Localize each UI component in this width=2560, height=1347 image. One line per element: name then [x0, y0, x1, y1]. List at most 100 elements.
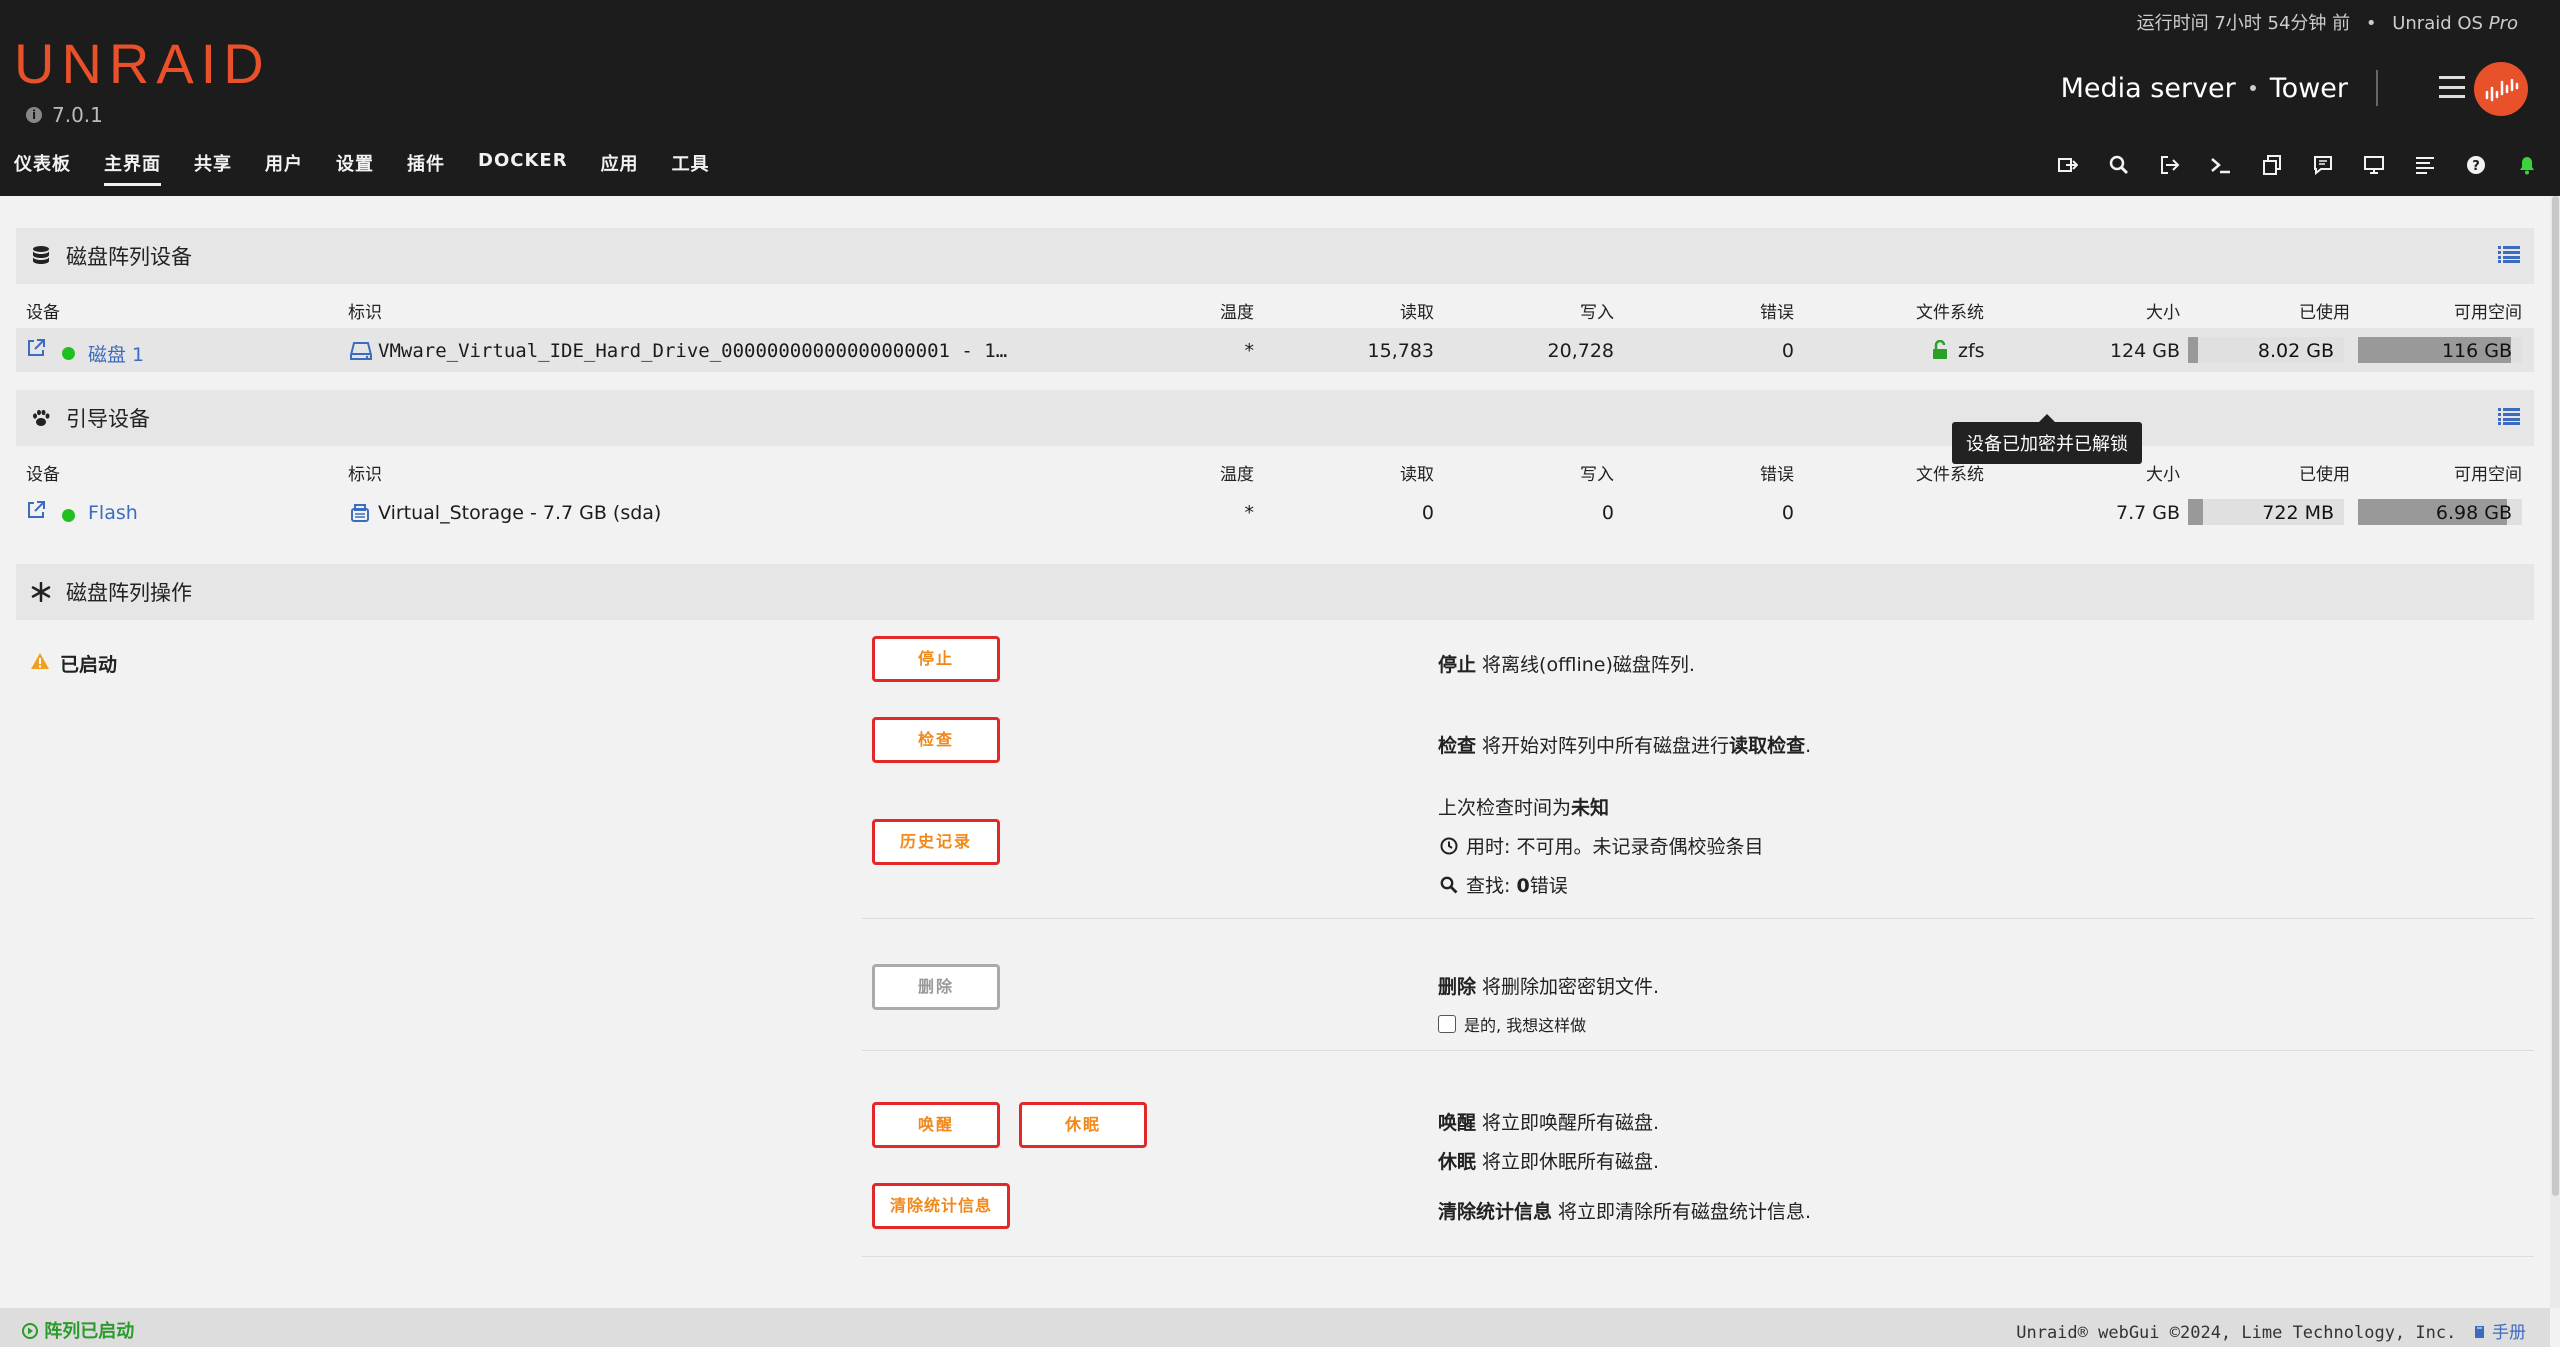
- toolbar-icons: ?: [2057, 154, 2538, 176]
- uptime-text: 运行时间 7小时 54分钟 前: [2136, 13, 2351, 34]
- col-writes: 写入: [1580, 303, 1614, 323]
- terminal-icon[interactable]: [2210, 154, 2232, 176]
- unraid-logo[interactable]: UNRAID: [14, 34, 271, 94]
- hamburger-menu-icon[interactable]: [2439, 76, 2465, 98]
- nav-main[interactable]: 主界面: [104, 150, 161, 186]
- col-used: 已使用: [2299, 465, 2350, 485]
- spin-down-button[interactable]: 休眠: [1019, 1102, 1147, 1148]
- col-errors: 错误: [1760, 303, 1794, 323]
- nav-shares[interactable]: 共享: [194, 150, 232, 182]
- list-view-icon[interactable]: [2498, 406, 2520, 428]
- array-devices-header: 磁盘阵列设备: [16, 228, 2534, 284]
- col-filesystem: 文件系统: [1916, 303, 1984, 323]
- col-temp: 温度: [1220, 465, 1254, 485]
- delete-key-button[interactable]: 删除: [872, 964, 1000, 1010]
- bell-icon[interactable]: [2516, 154, 2538, 176]
- disk-name-link[interactable]: 磁盘 1: [88, 340, 144, 367]
- array-devices-title: 磁盘阵列设备: [66, 245, 192, 269]
- spin-up-button[interactable]: 唤醒: [872, 1102, 1000, 1148]
- brand-avatar-icon[interactable]: [2474, 62, 2528, 116]
- used-bar: 722 MB: [2188, 499, 2344, 525]
- server-identity: Media server Tower: [2061, 70, 2378, 106]
- table-header: 设备 标识 温度 读取 写入 错误 文件系统 大小 已使用 可用空间: [16, 284, 2534, 328]
- logout-icon[interactable]: [2159, 154, 2181, 176]
- clock-icon: [1440, 837, 1458, 854]
- table-row[interactable]: 磁盘 1 VMware_Virtual_IDE_Hard_Drive_00000…: [16, 328, 2534, 372]
- separator-dot: [2249, 85, 2256, 91]
- search-icon: [1440, 876, 1458, 893]
- log-icon[interactable]: [2414, 154, 2436, 176]
- used-fill: [2188, 337, 2199, 363]
- uptime-status: 运行时间 7小时 54分钟 前 • Unraid OS Pro: [2136, 13, 2518, 34]
- nav-dashboard[interactable]: 仪表板: [14, 150, 71, 182]
- external-link-icon[interactable]: [26, 338, 46, 363]
- terminal-switch-icon[interactable]: [2057, 154, 2079, 176]
- array-devices-table: 设备 标识 温度 读取 写入 错误 文件系统 大小 已使用 可用空间 磁盘 1 …: [16, 284, 2534, 464]
- col-free: 可用空间: [2454, 303, 2522, 323]
- server-description: Media server: [2060, 72, 2236, 104]
- status-dot-online: [62, 342, 75, 364]
- nav-tools[interactable]: 工具: [672, 150, 710, 182]
- clear-stats-button[interactable]: 清除统计信息: [872, 1183, 1010, 1229]
- svg-text:?: ?: [2472, 159, 2480, 174]
- stop-description: 停止 将离线(offline)磁盘阵列.: [1438, 654, 1695, 676]
- delete-confirm: 是的, 我想这样做: [1438, 1012, 1586, 1036]
- parity-errors: 查找: 0错误: [1440, 871, 1568, 898]
- copy-icon[interactable]: [2261, 154, 2283, 176]
- footer: 阵列已启动 Unraid® webGui ©2024, Lime Technol…: [0, 1308, 2550, 1347]
- manual-link[interactable]: 手册: [2467, 1323, 2526, 1343]
- check-description: 检查 将开始对阵列中所有磁盘进行读取检查.: [1438, 735, 1812, 757]
- spin-down-description: 休眠 将立即休眠所有磁盘.: [1438, 1151, 1660, 1173]
- info-icon: i: [26, 107, 42, 123]
- col-errors: 错误: [1760, 465, 1794, 485]
- usb-drive-icon: [350, 503, 370, 528]
- free-bar: 6.98 GB: [2358, 499, 2522, 525]
- flash-free: 6.98 GB: [2435, 502, 2512, 524]
- divider: [2376, 70, 2378, 106]
- flash-used: 722 MB: [2262, 502, 2334, 524]
- external-link-icon[interactable]: [26, 500, 46, 525]
- flash-name-link[interactable]: Flash: [88, 502, 138, 524]
- status-dot-online: [62, 504, 75, 526]
- stop-button[interactable]: 停止: [872, 636, 1000, 682]
- nav-apps[interactable]: 应用: [601, 150, 639, 182]
- clear-stats-description: 清除统计信息 将立即清除所有磁盘统计信息.: [1438, 1201, 1812, 1223]
- array-status: 已启动: [60, 654, 118, 676]
- col-temp: 温度: [1220, 303, 1254, 323]
- play-icon: [22, 1323, 38, 1339]
- flash-size: 7.7 GB: [2115, 502, 2180, 524]
- search-icon[interactable]: [2108, 154, 2130, 176]
- last-check: 上次检查时间为未知: [1438, 797, 1610, 819]
- col-size: 大小: [2146, 465, 2180, 485]
- scrollbar[interactable]: [2550, 196, 2560, 1308]
- server-name: Tower: [2269, 72, 2348, 104]
- divider: [862, 1256, 2534, 1257]
- monitor-icon[interactable]: [2363, 154, 2385, 176]
- confirm-checkbox[interactable]: [1438, 1015, 1456, 1033]
- nav-settings[interactable]: 设置: [336, 150, 374, 182]
- array-status-footer[interactable]: 阵列已启动: [22, 1317, 134, 1343]
- found-value: 0: [1516, 875, 1530, 897]
- disk-size: 124 GB: [2109, 340, 2180, 362]
- os-name: Unraid OS: [2392, 13, 2483, 34]
- table-row[interactable]: Flash Virtual_Storage - 7.7 GB (sda) * 0…: [16, 490, 2534, 534]
- disk-errors: 0: [1781, 340, 1794, 362]
- feedback-icon[interactable]: [2312, 154, 2334, 176]
- disk-writes: 20,728: [1547, 340, 1614, 362]
- free-bar: 116 GB: [2358, 337, 2522, 363]
- check-button[interactable]: 检查: [872, 717, 1000, 763]
- nav-plugins[interactable]: 插件: [407, 150, 445, 182]
- version-info[interactable]: i 7.0.1: [26, 103, 103, 127]
- col-reads: 读取: [1400, 465, 1434, 485]
- nav-users[interactable]: 用户: [265, 150, 303, 182]
- nav-docker[interactable]: DOCKER: [478, 150, 568, 182]
- col-reads: 读取: [1400, 303, 1434, 323]
- history-button[interactable]: 历史记录: [872, 819, 1000, 865]
- list-view-icon[interactable]: [2498, 244, 2520, 266]
- help-icon[interactable]: ?: [2465, 154, 2487, 176]
- used-fill: [2188, 499, 2203, 525]
- disk-identification: VMware_Virtual_IDE_Hard_Drive_0000000000…: [378, 340, 1008, 362]
- snowflake-icon: [30, 581, 52, 603]
- unlocked-lock-icon[interactable]: [1932, 339, 1948, 365]
- boot-device-table: 设备 标识 温度 读取 写入 错误 文件系统 大小 已使用 可用空间 Flash…: [16, 446, 2534, 534]
